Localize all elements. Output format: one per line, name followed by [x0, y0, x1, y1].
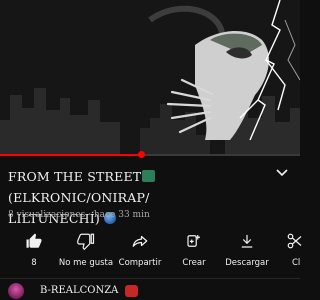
- video-title-rest: (ELKRONIC/ONIRAP/: [8, 190, 150, 205]
- devil-emoji-icon: [125, 285, 138, 297]
- like-count: 8: [31, 258, 37, 268]
- progress-bar-fill: [0, 154, 141, 156]
- thumbs-down-icon: [77, 233, 95, 250]
- channel-avatar[interactable]: [8, 283, 24, 299]
- download-label: Descargar: [225, 258, 269, 268]
- dislike-button[interactable]: No me gusta: [58, 232, 114, 268]
- action-bar: 8 No me gusta Compartir Crear Descargar: [0, 232, 302, 272]
- title-emoji-icon: [142, 170, 156, 182]
- clip-icon: [287, 233, 302, 249]
- download-icon: [241, 235, 253, 248]
- progress-bar[interactable]: [0, 151, 300, 158]
- video-player[interactable]: [0, 0, 300, 155]
- dislike-label: No me gusta: [58, 258, 114, 268]
- video-meta[interactable]: 8 visualizaciones · hace 33 min: [8, 210, 150, 220]
- create-remix-icon: [187, 235, 200, 247]
- like-button[interactable]: 8: [6, 232, 62, 268]
- share-icon: [132, 235, 148, 247]
- clip-button[interactable]: Cl: [272, 232, 312, 268]
- clip-label: Cl: [292, 258, 301, 268]
- section-divider: [0, 278, 300, 279]
- chevron-down-icon[interactable]: [275, 168, 289, 178]
- scrubber-handle[interactable]: [138, 151, 145, 158]
- video-thumbnail-artwork: [0, 0, 300, 155]
- channel-name[interactable]: B-REALCONZA: [40, 283, 118, 299]
- share-label: Compartir: [118, 258, 162, 268]
- create-button[interactable]: Crear: [166, 232, 222, 268]
- thumbs-up-filled-icon: [26, 233, 42, 248]
- video-title-text: FROM THE STREET: [8, 169, 142, 184]
- download-button[interactable]: Descargar: [219, 232, 275, 268]
- share-button[interactable]: Compartir: [112, 232, 168, 268]
- create-label: Crear: [182, 258, 206, 268]
